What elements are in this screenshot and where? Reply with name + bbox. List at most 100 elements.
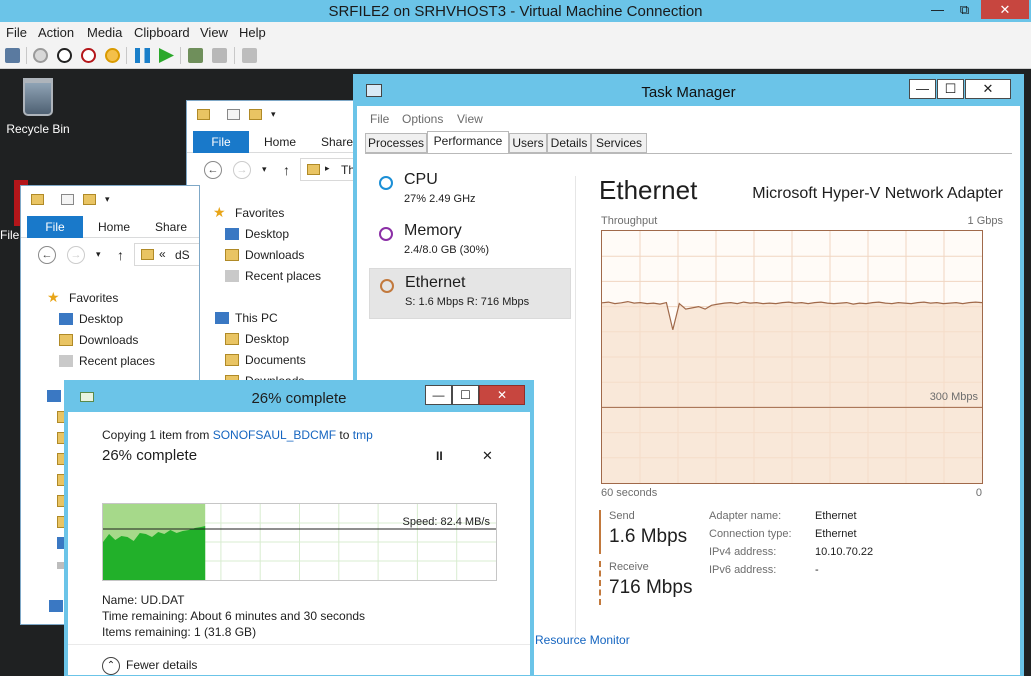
nav-item-recent[interactable]: Recent places: [21, 351, 199, 372]
nav-item-pc-desktop[interactable]: Desktop: [187, 329, 365, 350]
perf-item-cpu[interactable]: CPU 27% 2.49 GHz: [369, 166, 571, 217]
breadcrumb-chevron-icon[interactable]: ▸: [325, 163, 330, 174]
tm-menu-view[interactable]: View: [457, 112, 483, 126]
tm-menu-options[interactable]: Options: [402, 112, 443, 126]
detail-key: Connection type:: [709, 528, 792, 540]
copy-progress-dialog[interactable]: 26% complete — ☐ ✕ Copying 1 item from S…: [67, 383, 531, 676]
nav-label: Desktop: [79, 312, 124, 326]
receive-stat: Receive 716 Mbps: [599, 561, 692, 605]
ribbon-file-tab[interactable]: File: [193, 131, 249, 153]
tab-processes[interactable]: Processes: [365, 133, 427, 153]
ribbon-share-tab[interactable]: Share: [321, 135, 353, 149]
recent-dropdown-icon[interactable]: ▾: [96, 249, 101, 260]
perf-item-ethernet[interactable]: Ethernet S: 1.6 Mbps R: 716 Mbps: [369, 268, 571, 319]
address-field[interactable]: « dS: [134, 243, 199, 266]
send-stat: Send 1.6 Mbps: [599, 510, 687, 554]
nav-item-favorites[interactable]: ★ Favorites: [21, 288, 199, 309]
items-remaining-line: Items remaining: 1 (31.8 GB): [102, 625, 257, 639]
cancel-copy-button[interactable]: ✕: [482, 448, 493, 464]
copy-minimize-button[interactable]: —: [425, 385, 452, 405]
new-folder-icon[interactable]: [249, 109, 262, 120]
tab-services[interactable]: Services: [591, 133, 647, 153]
vm-window-title: SRFILE2 on SRHVHOST3 - Virtual Machine C…: [328, 3, 703, 20]
ribbon-share-tab[interactable]: Share: [155, 220, 187, 234]
time-remaining-line: Time remaining: About 6 minutes and 30 s…: [102, 609, 366, 623]
nav-item-desktop[interactable]: Desktop: [21, 309, 199, 330]
recycle-bin-shortcut[interactable]: Recycle Bin: [6, 78, 70, 136]
nav-item-this-pc[interactable]: This PC: [187, 308, 365, 329]
properties-icon[interactable]: [227, 109, 240, 120]
ctrl-alt-del-icon[interactable]: [5, 48, 20, 63]
start-icon[interactable]: [33, 48, 48, 63]
vm-restore-button[interactable]: ⧉: [951, 0, 978, 19]
back-arrow-icon[interactable]: ←: [38, 246, 56, 264]
ribbon-file-tab[interactable]: File: [27, 216, 83, 238]
menu-media[interactable]: Media: [87, 25, 122, 40]
qat-dropdown-icon[interactable]: ▾: [271, 109, 276, 120]
explorer-window-back[interactable]: ▾ File Home Share ← → ▾ ↑ ▸ Th ★ Favorite…: [186, 100, 366, 400]
menu-file[interactable]: File: [6, 25, 27, 40]
ribbon-home-tab[interactable]: Home: [98, 220, 130, 234]
tm-minimize-button[interactable]: —: [909, 79, 936, 99]
vm-minimize-button[interactable]: —: [924, 0, 951, 19]
copy-restore-button[interactable]: ☐: [452, 385, 479, 405]
shut-down-icon[interactable]: [81, 48, 96, 63]
fewer-details-button[interactable]: ⌃ Fewer details: [102, 657, 197, 675]
nav-item-downloads[interactable]: Downloads: [21, 330, 199, 351]
tab-users[interactable]: Users: [509, 133, 547, 153]
up-arrow-icon[interactable]: ↑: [283, 162, 290, 178]
recent-places-icon: [59, 355, 73, 367]
send-label: Send: [609, 510, 635, 522]
vm-close-button[interactable]: ✕: [981, 0, 1029, 19]
new-folder-icon[interactable]: [83, 194, 96, 205]
source-link[interactable]: SONOFSAUL_BDCMF: [213, 428, 336, 442]
back-arrow-icon[interactable]: ←: [204, 161, 222, 179]
reset-icon[interactable]: [159, 48, 174, 63]
toolbar-separator: [234, 47, 235, 64]
menu-view[interactable]: View: [200, 25, 228, 40]
properties-icon[interactable]: [61, 194, 74, 205]
up-arrow-icon[interactable]: ↑: [117, 247, 124, 263]
turn-off-icon[interactable]: [57, 48, 72, 63]
nav-label: Documents: [245, 353, 306, 367]
tm-close-button[interactable]: ✕: [965, 79, 1011, 99]
perf-item-name: CPU: [404, 171, 438, 188]
copy-close-button[interactable]: ✕: [479, 385, 525, 405]
tm-menu-file[interactable]: File: [370, 112, 389, 126]
menu-help[interactable]: Help: [239, 25, 266, 40]
detail-value: 10.10.70.22: [815, 546, 874, 558]
tab-details[interactable]: Details: [547, 133, 591, 153]
desktop-icon: [59, 313, 73, 325]
ribbon-home-tab[interactable]: Home: [264, 135, 296, 149]
address-text: Th: [341, 163, 356, 177]
nav-item-pc-documents[interactable]: Documents: [187, 350, 365, 371]
graph-max-label: 1 Gbps: [967, 215, 1003, 227]
qat-dropdown-icon[interactable]: ▾: [105, 194, 110, 205]
destination-link[interactable]: tmp: [353, 428, 373, 442]
explorer-back-titlebar: ▾: [187, 101, 365, 131]
nav-item-recent[interactable]: Recent places: [187, 266, 365, 287]
tab-performance[interactable]: Performance: [427, 131, 509, 154]
recent-dropdown-icon[interactable]: ▾: [262, 164, 267, 175]
perf-item-memory[interactable]: Memory 2.4/8.0 GB (30%): [369, 217, 571, 268]
nav-item-desktop[interactable]: Desktop: [187, 224, 365, 245]
enhanced-session-icon[interactable]: [242, 48, 257, 63]
save-icon[interactable]: [105, 48, 120, 63]
revert-icon[interactable]: [212, 48, 227, 63]
checkpoint-icon[interactable]: [188, 48, 203, 63]
copy-dialog-titlebar: 26% complete — ☐ ✕: [68, 384, 530, 412]
tm-restore-button[interactable]: ☐: [937, 79, 964, 99]
memory-ring-icon: [379, 227, 393, 241]
toolbar-separator: [26, 47, 27, 64]
pause-icon[interactable]: [135, 48, 150, 63]
pause-button[interactable]: II: [436, 449, 443, 463]
open-resource-monitor-link[interactable]: Resource Monitor: [535, 633, 630, 647]
nav-item-downloads[interactable]: Downloads: [187, 245, 365, 266]
nav-item-favorites[interactable]: ★ Favorites: [187, 203, 365, 224]
menu-action[interactable]: Action: [38, 25, 74, 40]
forward-arrow-icon[interactable]: →: [67, 246, 85, 264]
forward-arrow-icon[interactable]: →: [233, 161, 251, 179]
menu-clipboard[interactable]: Clipboard: [134, 25, 190, 40]
name-line: Name: UD.DAT: [102, 593, 185, 607]
